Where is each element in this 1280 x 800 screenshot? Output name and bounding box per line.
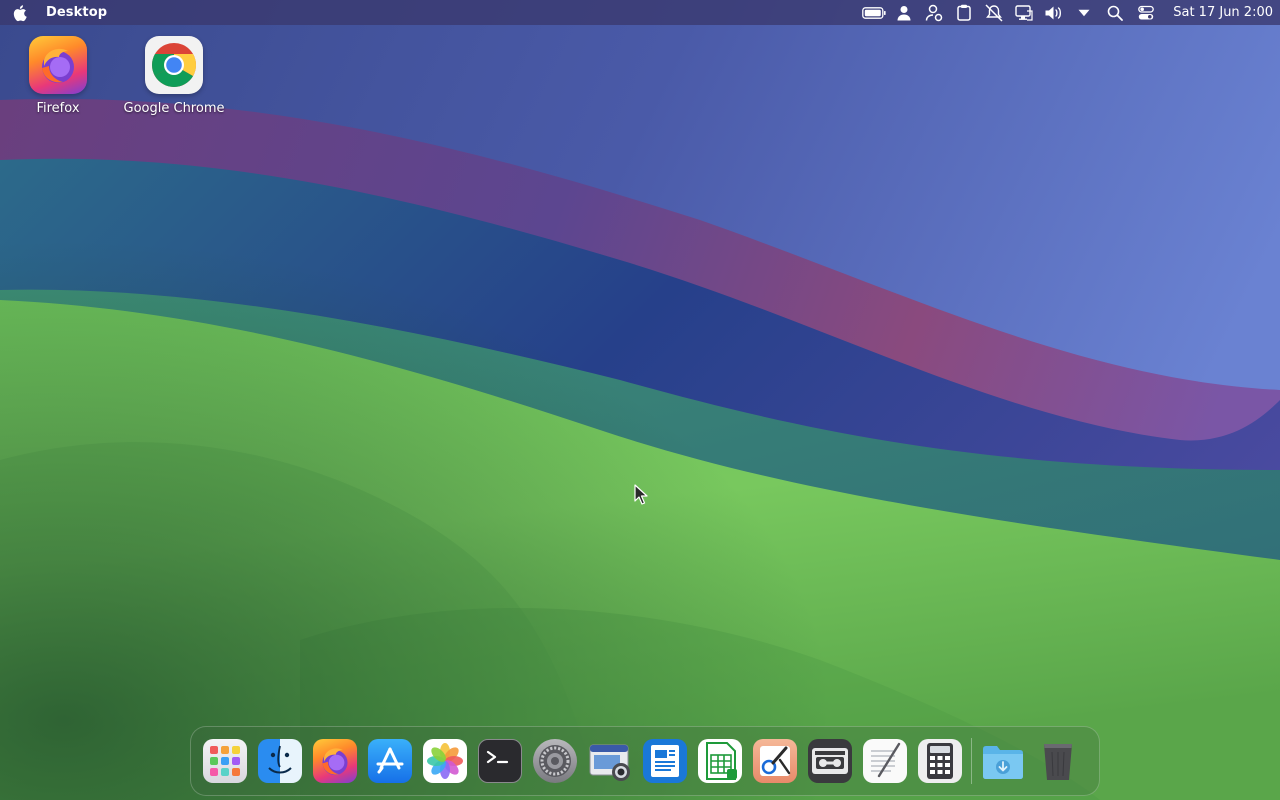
terminal-icon[interactable] — [478, 739, 522, 783]
downloads-folder-icon[interactable] — [981, 739, 1025, 783]
tape-recorder-icon[interactable] — [808, 739, 852, 783]
apple-menu-icon[interactable] — [9, 3, 29, 23]
desktop-icon-firefox[interactable]: Firefox — [3, 36, 113, 116]
active-app-name[interactable]: Desktop — [46, 5, 107, 20]
user-account-icon[interactable] — [919, 0, 949, 25]
photos-icon[interactable] — [423, 739, 467, 783]
dock-separator — [971, 738, 972, 784]
status-area: Sat 17 Jun 2:00 — [859, 0, 1280, 25]
desktop-icon-label: Firefox — [36, 101, 80, 116]
trash-icon[interactable] — [1036, 739, 1080, 783]
volume-icon[interactable] — [1039, 0, 1069, 25]
desktop-wallpaper — [0, 0, 1280, 800]
launchpad-icon[interactable] — [203, 739, 247, 783]
text-editor-icon[interactable] — [863, 739, 907, 783]
desktop-icon-label: Google Chrome — [123, 101, 225, 116]
clipboard-icon[interactable] — [949, 0, 979, 25]
notifications-muted-icon[interactable] — [979, 0, 1009, 25]
firefox-icon[interactable] — [313, 739, 357, 783]
system-settings-icon[interactable] — [533, 739, 577, 783]
chrome-icon — [145, 36, 203, 94]
screenshot-icon[interactable] — [588, 739, 632, 783]
dropdown-arrow-icon[interactable] — [1069, 0, 1099, 25]
menu-bar: Desktop Sat 17 Jun 2:00 — [0, 0, 1280, 25]
mouse-cursor-icon — [634, 484, 648, 505]
paint-icon[interactable] — [753, 739, 797, 783]
desktop-icon-google-chrome[interactable]: Google Chrome — [119, 36, 229, 116]
spreadsheet-icon[interactable] — [698, 739, 742, 783]
search-icon[interactable] — [1099, 0, 1131, 25]
app-store-icon[interactable] — [368, 739, 412, 783]
calculator-icon[interactable] — [918, 739, 962, 783]
user-icon[interactable] — [889, 0, 919, 25]
firefox-icon — [29, 36, 87, 94]
menu-bar-clock[interactable]: Sat 17 Jun 2:00 — [1173, 5, 1273, 20]
dock — [190, 726, 1100, 796]
control-center-icon[interactable] — [1131, 0, 1161, 25]
document-writer-icon[interactable] — [643, 739, 687, 783]
display-icon[interactable] — [1009, 0, 1039, 25]
battery-icon[interactable] — [859, 0, 889, 25]
finder-icon[interactable] — [258, 739, 302, 783]
